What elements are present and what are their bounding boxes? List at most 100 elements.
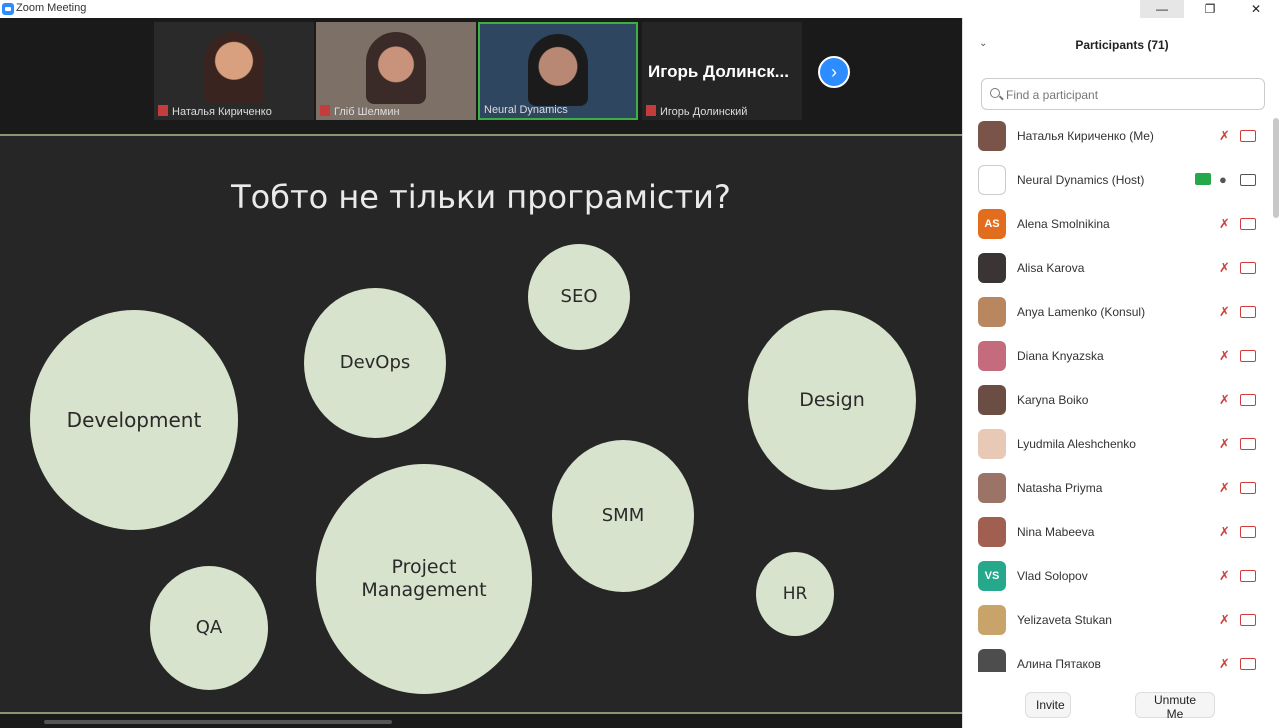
- video-off-icon: [1240, 614, 1256, 626]
- thumbnail-name: Игорь Долинский: [660, 106, 748, 118]
- participant-row[interactable]: Lyudmila Aleshchenko ✗: [963, 423, 1273, 467]
- participant-search-input[interactable]: [1006, 85, 1256, 105]
- thumbnail-big-name: Игорь Долинск...: [648, 62, 789, 81]
- bubble-development: Development: [30, 310, 238, 530]
- video-off-icon: [1240, 218, 1256, 230]
- participant-row[interactable]: Anya Lamenko (Konsul) ✗: [963, 291, 1273, 335]
- muted-mic-icon: ✗: [1219, 348, 1230, 363]
- zoom-window: Zoom Meeting — ❐ ✕ Наталья Кириченко Глі…: [0, 0, 1280, 728]
- participants-panel: ⌄ Participants (71) Наталья Кириченко (M…: [962, 18, 1280, 728]
- participant-row[interactable]: Наталья Кириченко (Me) ✗: [963, 115, 1273, 159]
- participant-row[interactable]: Nina Mabeeva ✗: [963, 511, 1273, 555]
- avatar: [978, 341, 1006, 371]
- participant-row[interactable]: Алина Пятаков ✗: [963, 643, 1273, 672]
- video-off-icon: [1240, 394, 1256, 406]
- video-off-icon: [1240, 262, 1256, 274]
- maximize-button[interactable]: ❐: [1188, 0, 1232, 18]
- participant-row[interactable]: Yelizaveta Stukan ✗: [963, 599, 1273, 643]
- participant-name: Alisa Karova: [1017, 261, 1085, 275]
- avatar: VS: [978, 561, 1006, 591]
- minimize-button[interactable]: —: [1140, 0, 1184, 18]
- video-off-icon: [1240, 482, 1256, 494]
- avatar: AS: [978, 209, 1006, 239]
- participant-video: [528, 34, 588, 106]
- video-off-icon: [1240, 350, 1256, 362]
- bubble-qa: QA: [150, 566, 268, 690]
- bubble-smm: SMM: [552, 440, 694, 592]
- participant-row[interactable]: Natasha Priyma ✗: [963, 467, 1273, 511]
- participant-row[interactable]: Alisa Karova ✗: [963, 247, 1273, 291]
- video-thumbnail-active-speaker[interactable]: Neural Dynamics: [478, 22, 638, 120]
- avatar: [978, 605, 1006, 635]
- participant-name: Alena Smolnikina: [1017, 217, 1110, 231]
- muted-mic-icon: ✗: [1219, 568, 1230, 583]
- video-thumbnail[interactable]: Гліб Шелмин: [316, 22, 476, 120]
- bubble-seo: SEO: [528, 244, 630, 350]
- avatar: [978, 253, 1006, 283]
- muted-mic-icon: ✗: [1219, 392, 1230, 407]
- participant-row[interactable]: Karyna Boiko ✗: [963, 379, 1273, 423]
- participant-video: [204, 32, 264, 104]
- participant-name: Наталья Кириченко (Me): [1017, 129, 1154, 143]
- video-off-icon: [1240, 306, 1256, 318]
- participant-name: Lyudmila Aleshchenko: [1017, 437, 1136, 451]
- shared-screen-slide: Тобто не тільки програмісти? Development…: [0, 134, 962, 714]
- meeting-main-area: Наталья Кириченко Гліб Шелмин Neural Dyn…: [0, 18, 962, 728]
- participants-footer: Invite Unmute Me: [963, 682, 1280, 728]
- close-button[interactable]: ✕: [1234, 0, 1278, 18]
- unmute-me-button[interactable]: Unmute Me: [1135, 692, 1215, 721]
- muted-mic-icon: ✗: [1219, 480, 1230, 495]
- invite-button[interactable]: Invite: [1025, 692, 1071, 718]
- participant-name: Diana Knyazska: [1017, 349, 1104, 363]
- horizontal-scrollbar[interactable]: [44, 720, 392, 724]
- avatar: [978, 517, 1006, 547]
- muted-mic-icon: [158, 105, 168, 116]
- participant-row[interactable]: Neural Dynamics (Host) ●: [963, 159, 1273, 203]
- participant-list-scrollbar[interactable]: [1273, 118, 1279, 218]
- video-off-icon: [1240, 658, 1256, 670]
- participant-name: Алина Пятаков: [1017, 657, 1101, 671]
- participant-name: Karyna Boiko: [1017, 393, 1089, 407]
- avatar: [978, 649, 1006, 672]
- title-bar: Zoom Meeting — ❐ ✕: [0, 0, 1280, 18]
- bubble-project-management: Project Management: [316, 464, 532, 694]
- thumbnail-name: Наталья Кириченко: [172, 106, 272, 118]
- avatar: [978, 297, 1006, 327]
- participant-name: Natasha Priyma: [1017, 481, 1103, 495]
- search-icon: [990, 88, 1000, 98]
- muted-mic-icon: ✗: [1219, 216, 1230, 231]
- muted-mic-icon: ✗: [1219, 260, 1230, 275]
- participant-name: Neural Dynamics (Host): [1017, 173, 1145, 187]
- muted-mic-icon: ✗: [1219, 612, 1230, 627]
- avatar: [978, 385, 1006, 415]
- slide-title: Тобто не тільки програмісти?: [231, 178, 731, 216]
- video-off-icon: [1240, 526, 1256, 538]
- participant-row[interactable]: Diana Knyazska ✗: [963, 335, 1273, 379]
- avatar: [978, 165, 1006, 195]
- participant-list: Наталья Кириченко (Me) ✗ Neural Dynamics…: [963, 115, 1280, 672]
- participant-name: Anya Lamenko (Konsul): [1017, 305, 1146, 319]
- muted-mic-icon: [646, 105, 656, 116]
- muted-mic-icon: ✗: [1219, 436, 1230, 451]
- participant-row[interactable]: VS Vlad Solopov ✗: [963, 555, 1273, 599]
- thumbnail-name: Neural Dynamics: [484, 104, 568, 116]
- participant-search[interactable]: [981, 78, 1265, 110]
- mic-icon: ●: [1219, 172, 1227, 187]
- participants-title: Participants (71): [1075, 38, 1169, 52]
- muted-mic-icon: ✗: [1219, 656, 1230, 671]
- bubble-design: Design: [748, 310, 916, 490]
- avatar: [978, 429, 1006, 459]
- video-thumbnail[interactable]: Игорь Долинск... Игорь Долинский: [642, 22, 802, 120]
- participants-header: ⌄ Participants (71): [963, 18, 1280, 74]
- meeting-bottom-bar: [0, 714, 962, 728]
- next-page-arrow-icon[interactable]: ›: [818, 56, 850, 88]
- video-thumbnail[interactable]: Наталья Кириченко: [154, 22, 314, 120]
- zoom-app-icon: [2, 3, 14, 15]
- participant-video: [366, 32, 426, 104]
- participant-name: Nina Mabeeva: [1017, 525, 1095, 539]
- participant-row[interactable]: AS Alena Smolnikina ✗: [963, 203, 1273, 247]
- bubble-devops: DevOps: [304, 288, 446, 438]
- screen-share-icon: [1195, 173, 1211, 185]
- muted-mic-icon: ✗: [1219, 128, 1230, 143]
- video-thumbnail-strip: Наталья Кириченко Гліб Шелмин Neural Dyn…: [0, 18, 962, 134]
